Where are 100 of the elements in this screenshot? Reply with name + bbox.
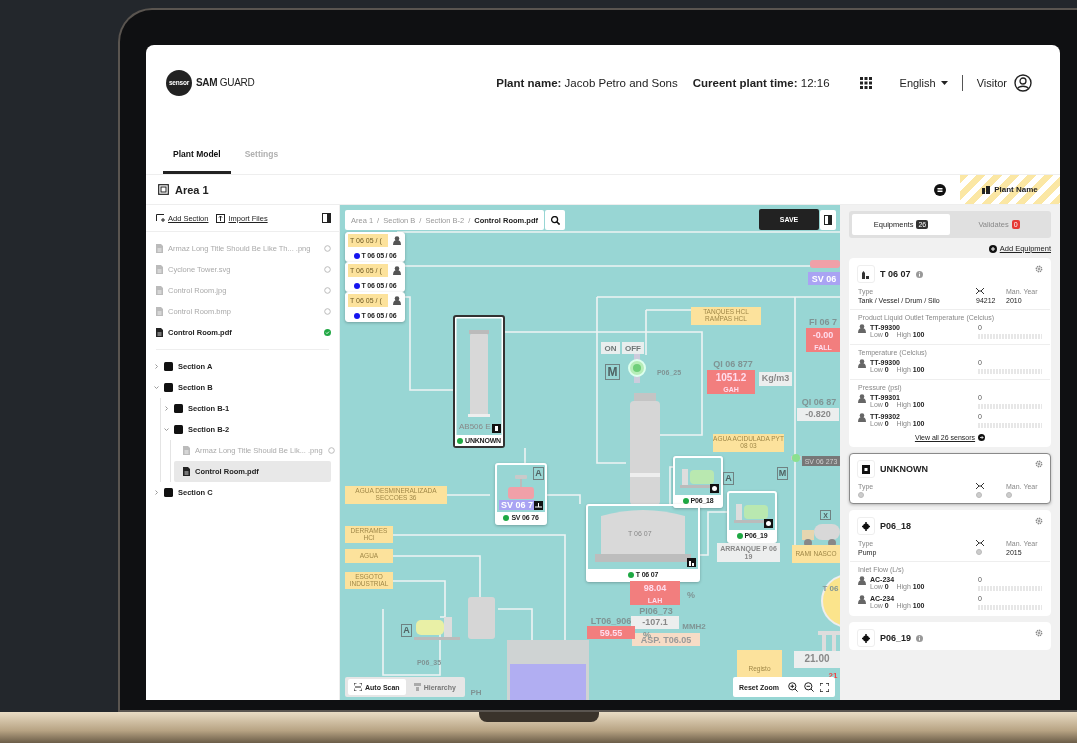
caret-icon: [940, 80, 948, 85]
section-square-icon: [164, 362, 173, 371]
panel-collapse-icon[interactable]: [322, 213, 331, 223]
diagram-label: ON: [601, 342, 620, 354]
language-dropdown[interactable]: English: [899, 76, 948, 89]
file-icon: [156, 265, 163, 274]
diagram-label: A: [401, 624, 412, 637]
pump-drawing: [414, 615, 460, 641]
chevron-icon[interactable]: [154, 490, 159, 495]
sensor-person-icon: [858, 324, 866, 333]
file-icon: [156, 244, 163, 253]
plant-name-button[interactable]: Plant Name: [960, 175, 1060, 204]
diagram-label: 1051.2: [707, 370, 755, 384]
chevron-icon[interactable]: [154, 364, 159, 369]
person-icon: [393, 266, 401, 275]
equipment-name: T 06 07: [880, 269, 911, 279]
add-circle-icon: [988, 244, 997, 253]
equipment-type-icon: [534, 501, 543, 510]
fullscreen-icon[interactable]: [820, 682, 830, 692]
empty-value-icon: [1006, 492, 1012, 498]
person-icon: [393, 296, 401, 305]
diagram-label: -0.820: [797, 408, 839, 421]
sensor-person-icon: [858, 413, 866, 422]
sensor-person-icon: [858, 595, 866, 604]
search-button[interactable]: [545, 210, 565, 230]
file-icon: [156, 307, 163, 316]
equipment-type-icon: [492, 424, 501, 433]
equipment-name: UNKNOWN: [880, 464, 928, 474]
diagram-label: PH: [469, 687, 483, 698]
diagram-label: PI06_73: [638, 605, 674, 616]
sensor-meter: [978, 369, 1042, 374]
import-icon: [216, 213, 226, 223]
section-square-icon: [164, 383, 173, 392]
vessel-drawing: [468, 597, 495, 639]
logo-text: SAM GUARD: [196, 77, 255, 88]
diagram-label: 59.55: [587, 626, 635, 639]
valve-drawing: [791, 451, 801, 465]
sensor-meter: [978, 404, 1042, 409]
settings-icon[interactable]: [1035, 265, 1043, 273]
equipment-label: AB506 E: [459, 422, 491, 431]
list-menu-icon[interactable]: [934, 183, 946, 196]
file-icon: [183, 446, 190, 455]
diagram-label: -0.00: [806, 328, 840, 342]
equipment-card[interactable]: P06_19: [849, 622, 1051, 650]
file-icon: [183, 467, 190, 476]
equipment-card[interactable]: [849, 258, 1051, 447]
diagram-label: A: [533, 467, 544, 480]
user-icon: [1014, 73, 1032, 92]
diagram-label: SV 06: [808, 272, 840, 285]
building-icon: [982, 185, 991, 194]
diagram-label: LT06_906: [589, 615, 633, 626]
chevron-icon[interactable]: [154, 385, 159, 390]
search-icon: [550, 215, 560, 225]
diagram-label: QI 06 877: [712, 358, 754, 369]
equipment-type-icon: [764, 519, 773, 528]
apps-grid-icon[interactable]: [859, 76, 872, 89]
sensor-person-icon: [858, 576, 866, 585]
empty-value-icon: [976, 549, 982, 555]
settings-icon[interactable]: [1035, 460, 1043, 468]
equipment-name: P06_18: [880, 521, 912, 531]
tab[interactable]: Plant Model: [163, 149, 231, 174]
zoom-in-icon[interactable]: [788, 682, 799, 692]
section-square-icon: [174, 404, 183, 413]
settings-icon[interactable]: [1035, 517, 1043, 525]
diagram-label: 21.00: [794, 651, 840, 668]
area-frame-icon: [158, 184, 169, 195]
equipment-glyph-icon: [861, 464, 871, 474]
equipment-type-icon: [687, 558, 696, 567]
serial-number-icon: [976, 540, 984, 546]
file-icon: [156, 286, 163, 295]
diagram-label: M: [605, 364, 620, 380]
serial-number-icon: [976, 288, 984, 294]
plant-time-text: Cureent plant time: 12:16: [692, 76, 830, 89]
sensor-meter: [978, 605, 1042, 610]
diagram-label: MMH2: [681, 621, 707, 632]
diagram-label: Kg/m3: [759, 372, 792, 386]
chevron-icon[interactable]: [164, 427, 169, 432]
sensor-person-icon: [858, 359, 866, 368]
person-icon: [393, 236, 401, 245]
scan-frame-icon: [354, 683, 362, 691]
equipment-glyph-icon: [861, 269, 871, 279]
diagram-label: -107.1: [631, 616, 679, 629]
diagram-label: FI 06 7: [808, 316, 838, 327]
sensor-person-icon: [858, 394, 866, 403]
add-section-icon: [156, 213, 165, 223]
settings-icon[interactable]: [1035, 629, 1043, 637]
panel-collapse-icon: [824, 215, 832, 225]
zoom-out-icon[interactable]: [804, 682, 815, 692]
empty-value-icon: [976, 492, 982, 498]
valve-drawing: [810, 258, 840, 270]
equipment-name: P06_19: [880, 633, 912, 643]
equipment-glyph-icon: [861, 633, 871, 643]
section-square-icon: [164, 488, 173, 497]
panel-toggle-button[interactable]: [820, 210, 836, 230]
file-icon: [156, 328, 163, 337]
chevron-icon[interactable]: [164, 406, 169, 411]
plant-name-text: Plant name: Jacob Petro and Sons: [496, 76, 678, 89]
diagram-label: OFF: [622, 342, 644, 354]
diagram-label: %: [686, 589, 696, 601]
user-menu[interactable]: Visitor: [976, 73, 1032, 92]
